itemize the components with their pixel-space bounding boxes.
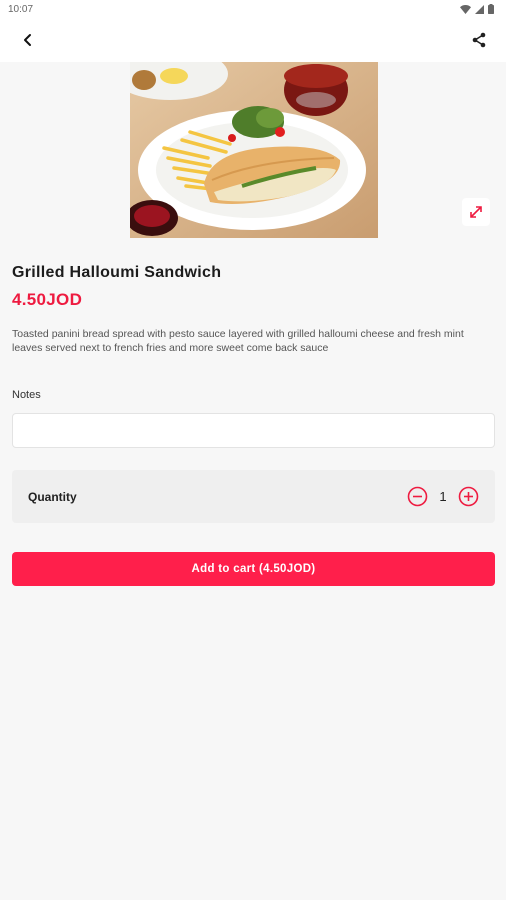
quantity-value: 1 xyxy=(439,489,447,504)
share-icon xyxy=(472,32,486,48)
status-time: 10:07 xyxy=(8,3,34,15)
plus-circle-icon xyxy=(458,486,479,507)
expand-image-button[interactable] xyxy=(462,198,490,226)
share-button[interactable] xyxy=(466,27,492,53)
quantity-label: Quantity xyxy=(28,490,77,504)
product-image[interactable] xyxy=(130,62,378,238)
increase-quantity-button[interactable] xyxy=(458,486,479,507)
minus-circle-icon xyxy=(407,486,428,507)
app-bar xyxy=(0,18,506,62)
status-icons xyxy=(460,4,494,14)
arrow-back-icon xyxy=(24,34,31,46)
expand-icon xyxy=(470,206,482,218)
product-description: Toasted panini bread spread with pesto s… xyxy=(12,328,464,354)
sandwich-plate-illustration xyxy=(130,62,378,238)
back-button[interactable] xyxy=(15,27,41,53)
status-bar: 10:07 xyxy=(0,0,506,18)
wifi-icon xyxy=(460,4,471,14)
decrease-quantity-button[interactable] xyxy=(407,486,428,507)
notes-label: Notes xyxy=(12,389,41,401)
signal-icon xyxy=(475,4,484,14)
product-price: 4.50JOD xyxy=(12,290,83,309)
quantity-row: Quantity 1 xyxy=(12,470,495,523)
battery-icon xyxy=(488,4,494,14)
product-name: Grilled Halloumi Sandwich xyxy=(12,264,222,281)
notes-input[interactable] xyxy=(12,413,495,448)
add-to-cart-button[interactable]: Add to cart (4.50JOD) xyxy=(12,552,495,586)
